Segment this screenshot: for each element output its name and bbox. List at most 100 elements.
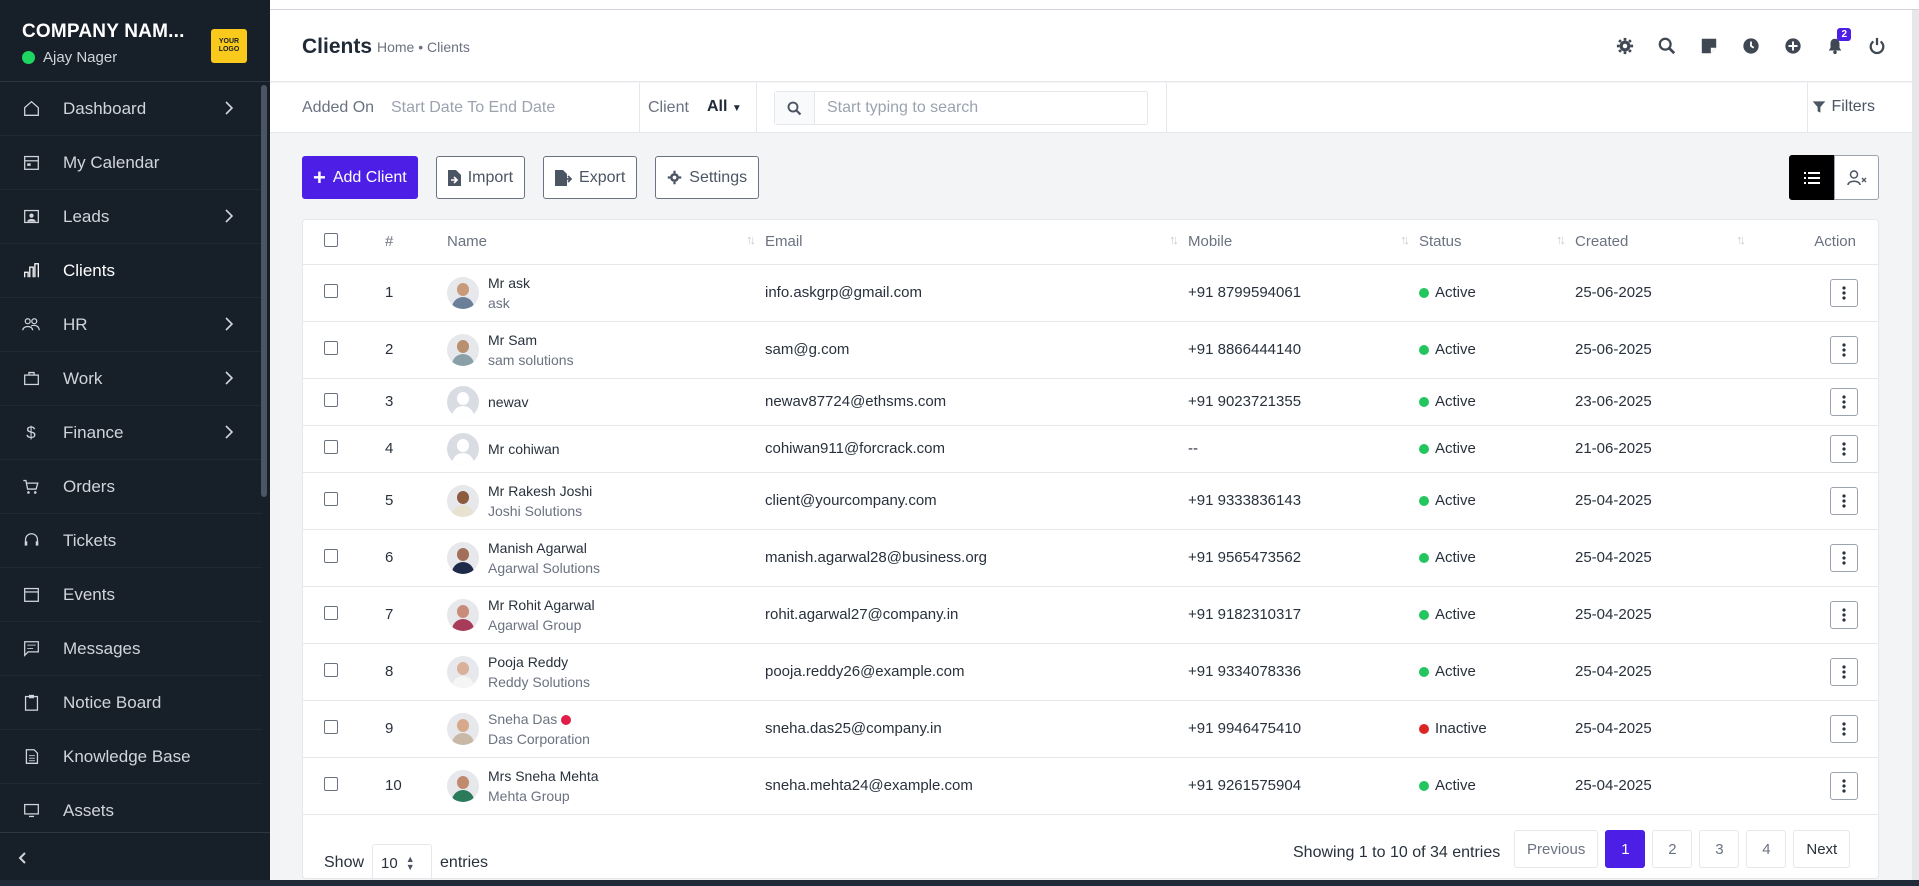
column-name[interactable]: Name ↑↓: [447, 220, 765, 265]
settings-button[interactable]: Settings: [655, 156, 760, 199]
action-cell: [1755, 472, 1878, 530]
avatar[interactable]: [447, 541, 479, 574]
sidebar-item-finance[interactable]: $ Finance: [0, 406, 262, 460]
breadcrumb[interactable]: Home • Clients: [377, 39, 470, 55]
avatar[interactable]: [447, 598, 479, 631]
export-button[interactable]: Export: [543, 156, 638, 199]
row-actions-button[interactable]: [1830, 335, 1858, 364]
row-checkbox[interactable]: [324, 439, 338, 454]
row-checkbox[interactable]: [324, 283, 338, 298]
search-input[interactable]: [815, 99, 1135, 117]
sticky-note-icon[interactable]: [1697, 34, 1721, 58]
row-checkbox[interactable]: [324, 340, 338, 355]
table-row[interactable]: 10 Mrs Sneha Mehta Mehta Group sneha.mehta2…: [303, 757, 1878, 815]
column-created[interactable]: Created ↑↓: [1575, 220, 1755, 265]
avatar[interactable]: [447, 276, 479, 309]
table-row[interactable]: 4 Mr cohiwan cohiwan911@forcrack.com -- Acti…: [303, 425, 1878, 473]
client-name-link[interactable]: Mr Sam: [488, 330, 574, 350]
client-name-link[interactable]: Mr Rohit Agarwal: [488, 595, 595, 615]
client-name-link[interactable]: Mrs Sneha Mehta: [488, 766, 599, 786]
page-button-1[interactable]: 1: [1605, 830, 1646, 868]
table-row[interactable]: 7 Mr Rohit Agarwal Agarwal Group rohit.agar…: [303, 586, 1878, 644]
sidebar-item-tickets[interactable]: Tickets: [0, 514, 262, 568]
table-row[interactable]: 3 newav newav87724@ethsms.com +91 902372135…: [303, 378, 1878, 426]
add-client-button[interactable]: + Add Client: [302, 156, 418, 199]
sidebar-scrollbar[interactable]: [261, 85, 267, 497]
avatar[interactable]: [447, 655, 479, 688]
search-icon[interactable]: [1655, 34, 1679, 58]
column-number[interactable]: #: [385, 220, 447, 265]
sidebar-item-clients[interactable]: Clients: [0, 244, 262, 298]
row-actions-button[interactable]: [1830, 771, 1858, 800]
clock-icon[interactable]: [1739, 34, 1763, 58]
column-status[interactable]: Status ↑↓: [1419, 220, 1575, 265]
column-mobile[interactable]: Mobile ↑↓: [1188, 220, 1419, 265]
row-checkbox[interactable]: [324, 719, 338, 734]
filters-button[interactable]: Filters: [1812, 98, 1875, 116]
sidebar-item-messages[interactable]: Messages: [0, 622, 262, 676]
page-size-select[interactable]: 10 ▲ ▼: [372, 844, 433, 882]
sidebar-item-knowledge-base[interactable]: Knowledge Base: [0, 730, 262, 784]
client-name-link[interactable]: Mr ask: [488, 273, 530, 293]
row-actions-button[interactable]: [1830, 657, 1858, 686]
client-name-link[interactable]: newav: [488, 392, 528, 412]
client-name-link[interactable]: Sneha Das: [488, 709, 590, 729]
table-row[interactable]: 1 Mr ask ask info.askgrp@gmail.com +91 87995…: [303, 264, 1878, 322]
row-checkbox[interactable]: [324, 392, 338, 407]
page-button-4[interactable]: 4: [1746, 830, 1787, 868]
row-actions-button[interactable]: [1830, 600, 1858, 629]
select-all-checkbox[interactable]: [324, 232, 338, 247]
sidebar-item-my-calendar[interactable]: My Calendar: [0, 136, 262, 190]
row-checkbox[interactable]: [324, 491, 338, 506]
table-row[interactable]: 5 Mr Rakesh Joshi Joshi Solutions client@yo…: [303, 472, 1878, 530]
sidebar-item-notice-board[interactable]: Notice Board: [0, 676, 262, 730]
sidebar-item-hr[interactable]: HR: [0, 298, 262, 352]
previous-page-button[interactable]: Previous: [1514, 830, 1599, 868]
client-name-link[interactable]: Pooja Reddy: [488, 652, 590, 672]
sidebar-item-dashboard[interactable]: Dashboard: [0, 82, 262, 136]
list-view-button[interactable]: [1789, 155, 1834, 200]
row-actions-button[interactable]: [1830, 434, 1858, 463]
avatar[interactable]: [447, 769, 479, 802]
row-checkbox[interactable]: [324, 776, 338, 791]
avatar[interactable]: [447, 333, 479, 366]
add-circle-icon[interactable]: [1781, 34, 1805, 58]
row-checkbox[interactable]: [324, 662, 338, 677]
row-checkbox[interactable]: [324, 548, 338, 563]
row-checkbox[interactable]: [324, 605, 338, 620]
table-row[interactable]: 8 Pooja Reddy Reddy Solutions pooja.reddy26…: [303, 643, 1878, 701]
next-page-button[interactable]: Next: [1793, 830, 1851, 868]
column-email[interactable]: Email ↑↓: [765, 220, 1188, 265]
sidebar-item-events[interactable]: Events: [0, 568, 262, 622]
sidebar-item-leads[interactable]: Leads: [0, 190, 262, 244]
client-filter-dropdown[interactable]: All ▼: [707, 98, 742, 116]
sidebar-item-assets[interactable]: Assets: [0, 784, 262, 827]
bell-icon[interactable]: 2: [1823, 28, 1851, 58]
avatar-placeholder[interactable]: [447, 385, 479, 418]
avatar[interactable]: [447, 712, 479, 745]
page-button-3[interactable]: 3: [1699, 830, 1740, 868]
table-row[interactable]: 9 Sneha Das Das Corporation sneha.das25@com…: [303, 700, 1878, 758]
table-row[interactable]: 2 Mr Sam sam solutions sam@g.com +91 8866444…: [303, 321, 1878, 379]
client-name-link[interactable]: Mr cohiwan: [488, 439, 560, 459]
row-actions-button[interactable]: [1830, 278, 1858, 307]
row-actions-button[interactable]: [1830, 486, 1858, 515]
gear-icon[interactable]: [1613, 34, 1637, 58]
collapse-sidebar-icon[interactable]: [16, 851, 30, 869]
avatar-placeholder[interactable]: [447, 432, 479, 465]
user-view-button[interactable]: [1834, 155, 1879, 200]
table-row[interactable]: 6 Manish Agarwal Agarwal Solutions manish.a…: [303, 529, 1878, 587]
client-name-link[interactable]: Manish Agarwal: [488, 538, 600, 558]
row-actions-button[interactable]: [1830, 714, 1858, 743]
row-actions-button[interactable]: [1830, 543, 1858, 572]
sidebar-item-orders[interactable]: Orders: [0, 460, 262, 514]
import-button[interactable]: Import: [435, 156, 526, 199]
date-range-picker[interactable]: Start Date To End Date: [391, 99, 555, 117]
power-icon[interactable]: [1865, 34, 1889, 58]
page-scrollbar[interactable]: [1912, 10, 1919, 886]
page-button-2[interactable]: 2: [1652, 830, 1693, 868]
avatar[interactable]: [447, 484, 479, 517]
row-actions-button[interactable]: [1830, 387, 1858, 416]
client-name-link[interactable]: Mr Rakesh Joshi: [488, 481, 592, 501]
sidebar-item-work[interactable]: Work: [0, 352, 262, 406]
